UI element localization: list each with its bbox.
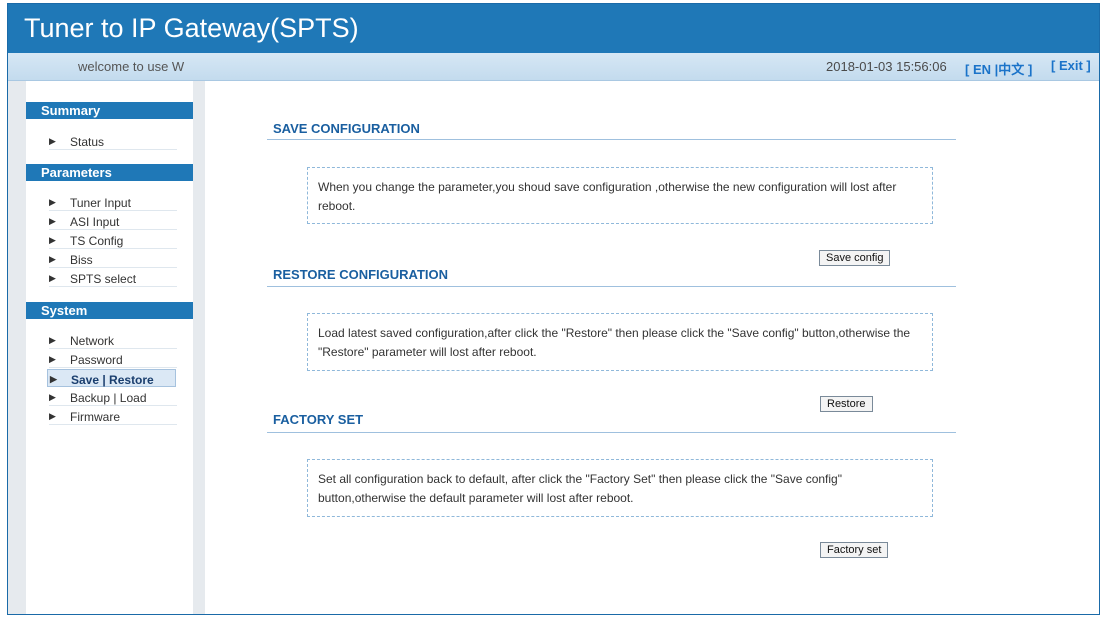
sidebar-item-label: Network bbox=[70, 334, 115, 348]
sidebar: Summary ▶ Status Parameters ▶ Tuner Inpu… bbox=[26, 81, 193, 614]
triangle-right-icon: ▶ bbox=[49, 392, 56, 402]
app-window: Tuner to IP Gateway(SPTS) welcome to use… bbox=[7, 3, 1100, 615]
language-switcher: [ EN |中文 ] bbox=[965, 59, 1032, 78]
main-content: SAVE CONFIGURATION When you change the p… bbox=[205, 81, 1099, 614]
sidebar-item-save-restore[interactable]: ▶ Save | Restore bbox=[47, 369, 176, 387]
lang-en-link[interactable]: EN bbox=[973, 62, 991, 77]
sidebar-item-label: ASI Input bbox=[70, 215, 120, 229]
sidebar-section-system: System bbox=[26, 302, 193, 319]
sidebar-divider bbox=[193, 81, 205, 614]
sidebar-item-ts-config[interactable]: ▶ TS Config bbox=[49, 231, 177, 249]
restore-config-title: RESTORE CONFIGURATION bbox=[273, 267, 449, 282]
header-bar: Tuner to IP Gateway(SPTS) bbox=[8, 4, 1099, 53]
section-divider bbox=[267, 432, 956, 433]
sidebar-item-firmware[interactable]: ▶ Firmware bbox=[49, 407, 177, 425]
triangle-right-icon: ▶ bbox=[50, 374, 57, 384]
sidebar-item-status[interactable]: ▶ Status bbox=[49, 132, 177, 150]
sidebar-section-summary: Summary bbox=[26, 102, 193, 119]
factory-set-button[interactable]: Factory set bbox=[820, 542, 889, 558]
exit-link[interactable]: [ Exit ] bbox=[1051, 58, 1091, 73]
triangle-right-icon: ▶ bbox=[49, 136, 56, 146]
sidebar-item-label: TS Config bbox=[70, 234, 124, 248]
lang-zh-link[interactable]: 中文 bbox=[998, 62, 1024, 77]
sidebar-section-parameters: Parameters bbox=[26, 164, 193, 181]
factory-set-title: FACTORY SET bbox=[273, 412, 364, 427]
triangle-right-icon: ▶ bbox=[49, 216, 56, 226]
triangle-right-icon: ▶ bbox=[49, 335, 56, 345]
triangle-right-icon: ▶ bbox=[49, 254, 56, 264]
factory-set-note: Set all configuration back to default, a… bbox=[307, 459, 933, 517]
sidebar-item-network[interactable]: ▶ Network bbox=[49, 331, 177, 349]
section-divider bbox=[267, 286, 956, 287]
restore-button[interactable]: Restore bbox=[820, 396, 873, 412]
left-gutter bbox=[8, 81, 26, 614]
section-divider bbox=[267, 139, 956, 140]
lang-bracket-open: [ bbox=[965, 62, 970, 77]
triangle-right-icon: ▶ bbox=[49, 235, 56, 245]
save-config-note: When you change the parameter,you shoud … bbox=[307, 167, 933, 224]
sidebar-item-spts-select[interactable]: ▶ SPTS select bbox=[49, 269, 177, 287]
save-config-title: SAVE CONFIGURATION bbox=[273, 121, 420, 136]
bottom-border bbox=[8, 614, 1099, 615]
triangle-right-icon: ▶ bbox=[49, 197, 56, 207]
app-title: Tuner to IP Gateway(SPTS) bbox=[24, 13, 359, 43]
sidebar-item-tuner-input[interactable]: ▶ Tuner Input bbox=[49, 193, 177, 211]
restore-config-note: Load latest saved configuration,after cl… bbox=[307, 313, 933, 371]
sidebar-item-label: Password bbox=[70, 353, 123, 367]
sidebar-item-label: Tuner Input bbox=[70, 196, 131, 210]
triangle-right-icon: ▶ bbox=[49, 411, 56, 421]
sidebar-item-backup-load[interactable]: ▶ Backup | Load bbox=[49, 388, 177, 406]
sidebar-item-asi-input[interactable]: ▶ ASI Input bbox=[49, 212, 177, 230]
save-config-button[interactable]: Save config bbox=[819, 250, 891, 266]
sub-bar: welcome to use W 2018-01-03 15:56:06 [ E… bbox=[8, 53, 1099, 81]
sidebar-item-label: Biss bbox=[70, 253, 93, 267]
sidebar-item-label: Save | Restore bbox=[71, 373, 154, 387]
sidebar-item-biss[interactable]: ▶ Biss bbox=[49, 250, 177, 268]
welcome-text: welcome to use W bbox=[78, 59, 185, 74]
triangle-right-icon: ▶ bbox=[49, 273, 56, 283]
lang-bracket-close: ] bbox=[1027, 62, 1033, 77]
sidebar-item-label: Status bbox=[70, 135, 105, 149]
sidebar-item-label: SPTS select bbox=[70, 272, 137, 286]
sidebar-item-password[interactable]: ▶ Password bbox=[49, 350, 177, 368]
datetime-display: 2018-01-03 15:56:06 bbox=[826, 59, 947, 74]
sidebar-item-label: Firmware bbox=[70, 410, 120, 424]
sidebar-item-label: Backup | Load bbox=[70, 391, 147, 405]
triangle-right-icon: ▶ bbox=[49, 354, 56, 364]
